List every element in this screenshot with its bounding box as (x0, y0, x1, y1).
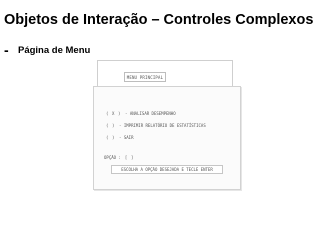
instruction-box: ESCOLHA A OPÇÃO DESEJADA E TECLE ENTER (111, 165, 223, 174)
screen-title: MENU PRINCIPAL (124, 72, 166, 82)
bullet-text: Página de Menu (18, 44, 91, 56)
option-checkbox[interactable]: ( ) (106, 123, 115, 128)
bullet-item: - Página de Menu (4, 42, 90, 58)
option-checkbox[interactable]: ( X ) (106, 111, 121, 116)
slide-title: Objetos de Interação – Controles Complex… (4, 12, 314, 28)
option-label: - ANALISAR DESEMPENHO (125, 111, 176, 116)
option-label: - SAIR (119, 135, 134, 140)
option-input-label: OPÇÃO : (104, 155, 121, 160)
menu-option-analisar[interactable]: ( X ) - ANALISAR DESEMPENHO (106, 111, 176, 116)
menu-option-imprimir[interactable]: ( ) - IMPRIMIR RELATÓRIO DE ESTATÍSTICAS (106, 123, 206, 128)
option-input-field[interactable]: [ ] (125, 155, 134, 160)
menu-screen: ( X ) - ANALISAR DESEMPENHO ( ) - IMPRIM… (93, 86, 241, 190)
option-input-row: OPÇÃO : [ ] (104, 155, 134, 160)
option-checkbox[interactable]: ( ) (106, 135, 115, 140)
bullet-marker: - (4, 42, 9, 58)
option-label: - IMPRIMIR RELATÓRIO DE ESTATÍSTICAS (119, 123, 206, 128)
menu-option-sair[interactable]: ( ) - SAIR (106, 135, 133, 140)
